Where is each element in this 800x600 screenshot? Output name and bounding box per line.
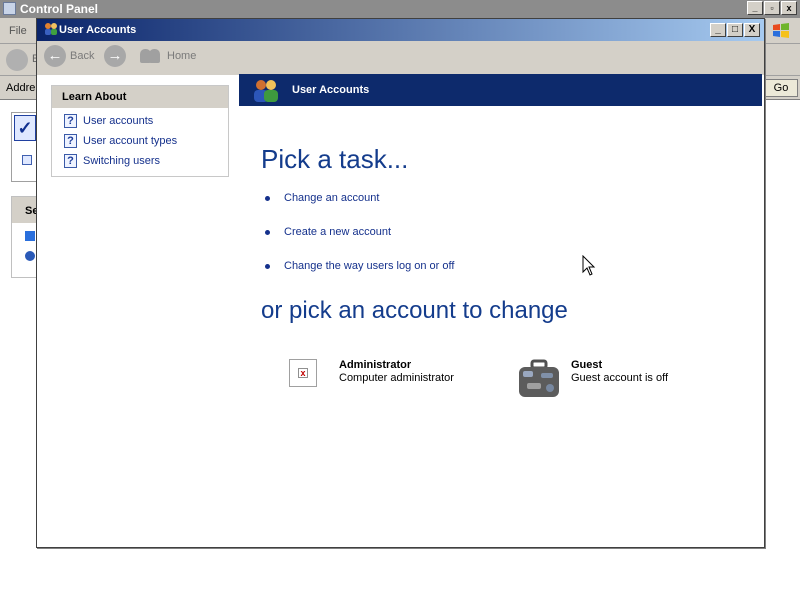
task-create-account[interactable]: Create a new account [265,226,391,238]
control-panel-title: Control Panel [20,2,99,16]
bullet-icon [265,229,270,235]
checkmark-icon: ✓ [14,115,36,141]
account-guest[interactable]: Guest Guest account is off [517,359,668,399]
account-administrator[interactable]: x Administrator Computer administrator [289,359,454,387]
maximize-button[interactable]: □ [727,23,743,37]
back-arrow-icon: ← [44,45,66,67]
users-title-icon [45,23,57,35]
cp-restore-button[interactable]: ▫ [764,1,780,15]
learn-item-label: Switching users [83,154,161,167]
learn-user-accounts-link[interactable]: ? User accounts [64,113,228,128]
windows-logo-icon [773,23,789,38]
suitcase-icon [519,359,559,397]
learn-about-panel: Learn About ? User accounts ? User accou… [51,85,229,177]
learn-account-types-link[interactable]: ? User account types [64,133,228,148]
switch-view-icon[interactable] [22,155,32,165]
menu-file[interactable]: File [9,25,27,37]
task-label: Change an account [284,192,380,204]
minimize-button[interactable]: _ [710,23,726,37]
forward-arrow-icon: → [104,45,126,67]
account-description: Guest account is off [571,372,669,384]
banner-title: User Accounts [292,84,370,96]
window-title: User Accounts [59,24,137,36]
windows-update-icon[interactable] [25,231,35,241]
home-label: Home [167,50,197,62]
help-icon: ? [64,133,77,148]
cp-close-button[interactable]: x [781,1,797,15]
account-name: Guest [571,359,603,371]
account-description: Computer administrator [339,372,454,384]
address-label: Addre [6,82,36,94]
learn-item-label: User accounts [83,114,154,127]
help-icon: ? [64,153,77,168]
users-icon [254,80,278,102]
go-button[interactable]: Go [764,79,798,97]
home-button[interactable]: Home [139,45,196,67]
navigation-toolbar: ← Back → Home [37,41,764,75]
bullet-icon [265,195,270,201]
pick-account-heading: or pick an account to change [261,297,568,324]
learn-item-label: User account types [83,134,178,147]
cp-back-icon[interactable] [6,49,28,71]
forward-button[interactable]: → [104,45,126,67]
task-change-logon[interactable]: Change the way users log on or off [265,260,454,272]
task-change-account[interactable]: Change an account [265,192,379,204]
cp-minimize-button[interactable]: _ [747,1,763,15]
help-support-icon[interactable] [25,251,35,261]
home-users-icon [139,45,163,67]
section-banner: User Accounts [239,74,762,106]
control-panel-icon [3,2,16,15]
back-button[interactable]: ← Back [44,45,94,67]
control-panel-titlebar[interactable]: Control Panel _ ▫ x [0,0,800,18]
user-accounts-window: User Accounts _ □ X ← Back → Home Learn … [36,18,765,548]
account-name: Administrator [339,359,412,371]
bullet-icon [265,263,270,269]
mouse-pointer-icon [582,255,596,276]
help-icon: ? [64,113,77,128]
learn-switching-users-link[interactable]: ? Switching users [64,153,228,168]
user-accounts-titlebar[interactable]: User Accounts _ □ X [37,19,764,41]
task-label: Create a new account [284,226,392,238]
pick-task-heading: Pick a task... [261,144,409,174]
close-button[interactable]: X [744,23,760,37]
broken-image-icon: x [289,359,317,387]
back-label: Back [70,50,95,62]
task-label: Change the way users log on or off [284,260,455,272]
learn-about-header: Learn About [52,86,228,108]
